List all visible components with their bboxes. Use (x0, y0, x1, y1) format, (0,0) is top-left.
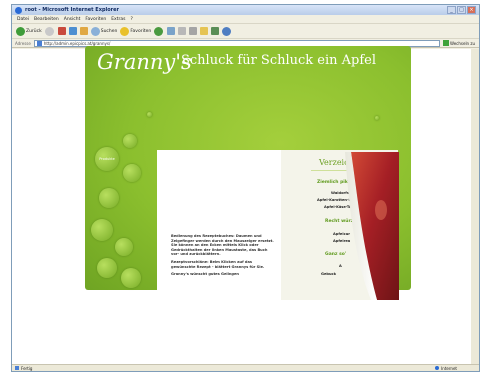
forward-arrow-icon (44, 26, 54, 36)
recipe-link[interactable]: Gebuck (321, 272, 336, 276)
address-url: http://admin.epicpics.at/grannys/ (43, 40, 111, 46)
star-icon (120, 26, 130, 36)
site-slogan: Schluck für Schluck ein Apfel (181, 53, 377, 68)
menu-item-extras[interactable]: Extras (111, 17, 125, 22)
nav-bubble-3[interactable] (99, 188, 119, 208)
status-bar: Fertig Internet (12, 364, 479, 371)
nav-bubble-2[interactable] (123, 164, 141, 182)
page-icon (36, 40, 42, 46)
instructions-text: Bedienung des Rezeptebuches: Daumen und … (171, 234, 275, 280)
page-status-icon (15, 366, 19, 370)
stop-icon (57, 27, 66, 35)
refresh-icon (68, 27, 77, 35)
stop-button[interactable] (57, 27, 66, 35)
grannys-site: Granny's Schluck für Schluck ein Apfel P… (85, 46, 411, 300)
menu-bar: Datei Bearbeiten Ansicht Favoriten Extra… (12, 15, 479, 24)
discuss-icon (211, 27, 220, 35)
menu-item-help[interactable]: ? (130, 17, 132, 22)
media-button[interactable] (154, 26, 164, 36)
page-turn-corner[interactable] (337, 150, 399, 300)
window-title: root - Microsoft Internet Explorer (25, 7, 119, 13)
refresh-button[interactable] (68, 27, 77, 35)
nav-bubble-7[interactable] (121, 268, 141, 288)
recipe-book-left-page[interactable]: Bedienung des Rezeptebuches: Daumen und … (157, 150, 281, 300)
maximize-button[interactable]: □ (457, 6, 466, 14)
media-icon (154, 26, 164, 36)
edit-button[interactable] (200, 27, 209, 35)
history-button[interactable] (167, 27, 176, 35)
back-button[interactable]: Zurück (16, 26, 42, 36)
favorites-button[interactable]: Favoriten (120, 26, 152, 36)
zone-text: Internet (441, 365, 457, 371)
instructions-p2: Rezeptvorschläne: Beim Klicken auf das g… (171, 259, 265, 269)
messenger-button[interactable] (222, 26, 232, 36)
search-button[interactable]: Suchen (90, 26, 118, 36)
status-text: Fertig (21, 365, 33, 371)
title-bar: root - Microsoft Internet Explorer _ □ × (12, 5, 479, 15)
toolbar: Zurück Suchen Favoriten (12, 24, 479, 39)
nav-produkte-label: Produkte (99, 157, 115, 161)
forward-button[interactable] (44, 26, 55, 36)
search-icon (90, 26, 100, 36)
menu-item-ansicht[interactable]: Ansicht (64, 17, 81, 22)
apple-highlight (375, 200, 387, 220)
print-icon (189, 27, 198, 35)
deco-bubble-a (147, 112, 152, 117)
deco-bubble-c (375, 116, 379, 120)
history-icon (167, 27, 176, 35)
menu-item-bearbeiten[interactable]: Bearbeiten (34, 17, 59, 22)
discuss-button[interactable] (211, 27, 220, 35)
nav-bubble-5[interactable] (115, 238, 133, 256)
mail-button[interactable] (178, 27, 187, 35)
go-button[interactable]: Wechseln zu (442, 40, 475, 46)
home-button[interactable] (79, 27, 88, 35)
grannys-logo: Granny's (97, 50, 192, 74)
nav-bubble-6[interactable] (97, 258, 117, 278)
close-button[interactable]: × (467, 6, 476, 14)
search-label: Suchen (100, 28, 118, 34)
menu-item-favoriten[interactable]: Favoriten (85, 17, 106, 22)
instructions-p3: Granny's wünscht gutes Gelingen (171, 272, 239, 277)
instructions-p1: Bedienung des Rezeptebuches: Daumen und … (171, 234, 274, 257)
nav-bubble-4[interactable] (91, 219, 113, 241)
print-button[interactable] (189, 27, 198, 35)
go-label: Wechseln zu (449, 40, 475, 46)
nav-bubble-produkte[interactable]: Produkte (95, 147, 119, 171)
home-icon (79, 27, 88, 35)
address-label: Adresse (15, 40, 31, 46)
back-arrow-icon (16, 26, 25, 36)
favorites-label: Favoriten (130, 28, 152, 34)
menu-item-datei[interactable]: Datei (17, 17, 29, 22)
minimize-button[interactable]: _ (447, 6, 456, 14)
edit-icon (200, 27, 209, 35)
back-label: Zurück (26, 28, 42, 34)
internet-zone-icon (435, 366, 440, 370)
mail-icon (178, 27, 187, 35)
messenger-icon (222, 26, 232, 36)
go-arrow-icon (442, 40, 449, 46)
ie-icon (15, 6, 22, 14)
nav-bubble-1[interactable] (123, 134, 137, 148)
